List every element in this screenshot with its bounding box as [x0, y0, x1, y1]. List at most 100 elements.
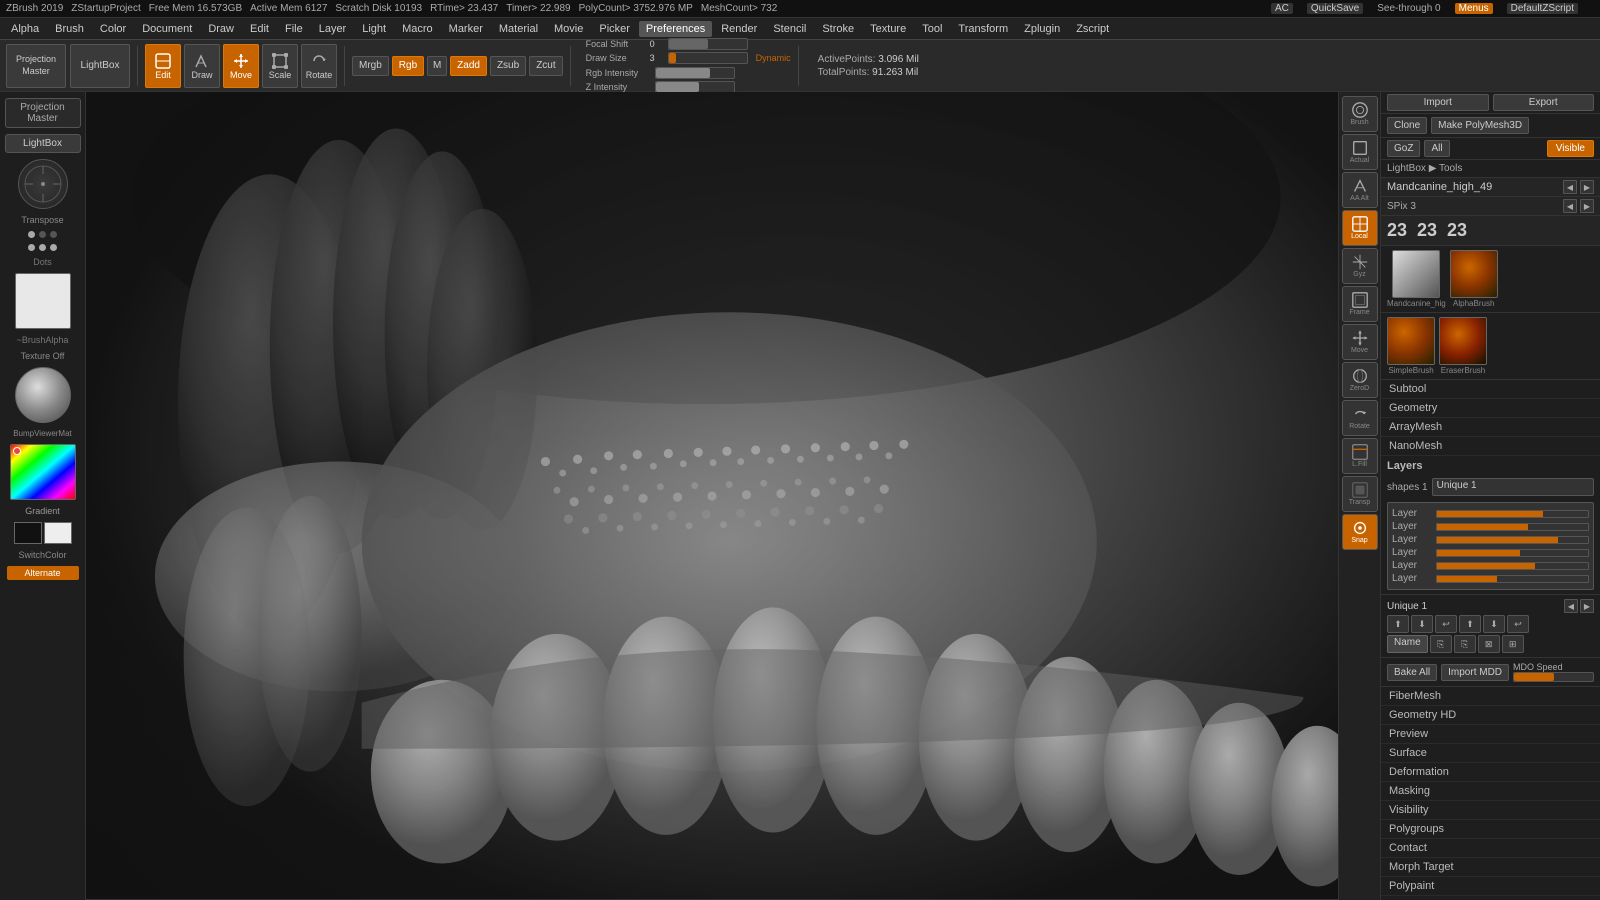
local-rt-btn[interactable]: Local: [1342, 210, 1378, 246]
menu-edit[interactable]: Edit: [243, 21, 276, 37]
zerod-rt-btn[interactable]: ZeroD: [1342, 362, 1378, 398]
focal-shift-slider[interactable]: [668, 38, 748, 50]
layer5-slider[interactable]: [1436, 562, 1589, 570]
scale-btn[interactable]: Scale: [262, 44, 298, 88]
menu-movie[interactable]: Movie: [547, 21, 590, 37]
brush-alpha-preview[interactable]: [15, 273, 71, 329]
transp-rt-btn[interactable]: Transp: [1342, 476, 1378, 512]
menu-tool[interactable]: Tool: [915, 21, 949, 37]
menu-layer[interactable]: Layer: [312, 21, 354, 37]
all-btn[interactable]: All: [1424, 140, 1449, 157]
bake-all-btn[interactable]: Bake All: [1387, 664, 1437, 681]
bump-mat-preview[interactable]: [15, 367, 71, 423]
eraserbrush-thumb[interactable]: [1439, 317, 1487, 365]
edit-btn[interactable]: Edit: [145, 44, 181, 88]
mdd-speed-slider[interactable]: [1513, 672, 1594, 682]
simplebrush-thumb[interactable]: [1387, 317, 1435, 365]
move-rt-btn[interactable]: Move: [1342, 324, 1378, 360]
preview-item[interactable]: Preview: [1381, 725, 1600, 744]
menu-material[interactable]: Material: [492, 21, 545, 37]
color-picker[interactable]: [10, 444, 76, 500]
menu-render[interactable]: Render: [714, 21, 764, 37]
clone-btn[interactable]: Clone: [1387, 117, 1427, 134]
zcut-btn[interactable]: Zcut: [529, 56, 562, 76]
morph-target-item[interactable]: Morph Target: [1381, 858, 1600, 877]
menu-document[interactable]: Document: [135, 21, 199, 37]
menu-color[interactable]: Color: [93, 21, 133, 37]
uv-map-item[interactable]: UV Map: [1381, 896, 1600, 900]
surface-item[interactable]: Surface: [1381, 744, 1600, 763]
snap-rt-btn[interactable]: Snap: [1342, 514, 1378, 550]
copy-icon-btn[interactable]: ⎘: [1430, 635, 1452, 653]
name-btn[interactable]: Name: [1387, 635, 1428, 653]
frame-rt-btn[interactable]: Frame: [1342, 286, 1378, 322]
visibility-item[interactable]: Visibility: [1381, 801, 1600, 820]
polygroups-item[interactable]: Polygroups: [1381, 820, 1600, 839]
menu-light[interactable]: Light: [355, 21, 393, 37]
menu-zscript[interactable]: Zscript: [1069, 21, 1116, 37]
swatch-black[interactable]: [14, 522, 42, 544]
menu-macro[interactable]: Macro: [395, 21, 440, 37]
menu-picker[interactable]: Picker: [592, 21, 637, 37]
spi-arr-right[interactable]: ▶: [1580, 199, 1594, 213]
alternate-btn[interactable]: Alternate: [7, 566, 79, 580]
menu-draw[interactable]: Draw: [201, 21, 241, 37]
menus-btn[interactable]: Menus: [1455, 3, 1493, 14]
contact-item[interactable]: Contact: [1381, 839, 1600, 858]
draw-btn[interactable]: Draw: [184, 44, 220, 88]
spi-arr-left[interactable]: ◀: [1563, 199, 1577, 213]
layer-icon3[interactable]: ↩: [1435, 615, 1457, 633]
rotate-widget[interactable]: [18, 159, 68, 209]
menu-brush[interactable]: Brush: [48, 21, 91, 37]
geometry-hd-item[interactable]: Geometry HD: [1381, 706, 1600, 725]
projection-master-display[interactable]: ProjectionMaster: [5, 98, 81, 128]
rgb-btn[interactable]: Rgb: [392, 56, 424, 76]
layer-icon1[interactable]: ⬆: [1387, 615, 1409, 633]
menu-stroke[interactable]: Stroke: [815, 21, 861, 37]
rgb-intensity-slider[interactable]: [655, 67, 735, 79]
m-btn[interactable]: M: [427, 56, 447, 76]
menu-marker[interactable]: Marker: [442, 21, 490, 37]
layer-icon5[interactable]: ⬇: [1483, 615, 1505, 633]
paste-icon-btn[interactable]: ⎘: [1454, 635, 1476, 653]
draw-size-slider[interactable]: [668, 52, 748, 64]
menu-file[interactable]: File: [278, 21, 310, 37]
rotate-btn[interactable]: Rotate: [301, 44, 337, 88]
quicksave-btn[interactable]: QuickSave: [1307, 3, 1363, 14]
layer4-slider[interactable]: [1436, 549, 1589, 557]
move-btn[interactable]: Move: [223, 44, 259, 88]
subtool-item[interactable]: Subtool: [1381, 380, 1600, 399]
actual-rt-btn[interactable]: Actual: [1342, 134, 1378, 170]
import-mdd-btn[interactable]: Import MDD: [1441, 664, 1509, 681]
visible-btn[interactable]: Visible: [1547, 140, 1594, 157]
model-viewport[interactable]: [86, 92, 1338, 900]
aalalt-rt-btn[interactable]: AA Alt: [1342, 172, 1378, 208]
lightbox-btn[interactable]: LightBox: [70, 44, 130, 88]
layer-icon4[interactable]: ⬆: [1459, 615, 1481, 633]
swatch-white[interactable]: [44, 522, 72, 544]
tool-arr-right[interactable]: ▶: [1580, 180, 1594, 194]
make-polymesh-btn[interactable]: Make PolyMesh3D: [1431, 117, 1529, 134]
mandcanine-brush-thumb[interactable]: [1392, 250, 1440, 298]
arraymesh-item[interactable]: ArrayMesh: [1381, 418, 1600, 437]
unique-dropdown[interactable]: Unique 1: [1432, 478, 1594, 496]
fibermesh-item[interactable]: FiberMesh: [1381, 687, 1600, 706]
zsub-btn[interactable]: Zsub: [490, 56, 526, 76]
menu-alpha[interactable]: Alpha: [4, 21, 46, 37]
nanomesh-item[interactable]: NanoMesh: [1381, 437, 1600, 456]
menu-stencil[interactable]: Stencil: [766, 21, 813, 37]
canvas-area[interactable]: [86, 92, 1338, 900]
layer-icon6[interactable]: ↩: [1507, 615, 1529, 633]
export-btn[interactable]: Export: [1493, 94, 1595, 111]
add-icon-btn[interactable]: ⊞: [1502, 635, 1524, 653]
polypaint-item[interactable]: Polypaint: [1381, 877, 1600, 896]
import-btn[interactable]: Import: [1387, 94, 1489, 111]
del-icon-btn[interactable]: ⊠: [1478, 635, 1500, 653]
layer-icon2[interactable]: ⬇: [1411, 615, 1433, 633]
menu-texture[interactable]: Texture: [863, 21, 913, 37]
geometry-item[interactable]: Geometry: [1381, 399, 1600, 418]
goz-btn[interactable]: GoZ: [1387, 140, 1420, 157]
deformation-item[interactable]: Deformation: [1381, 763, 1600, 782]
ac-btn[interactable]: AC: [1271, 3, 1293, 14]
default-zscript-btn[interactable]: DefaultZScript: [1507, 3, 1578, 14]
